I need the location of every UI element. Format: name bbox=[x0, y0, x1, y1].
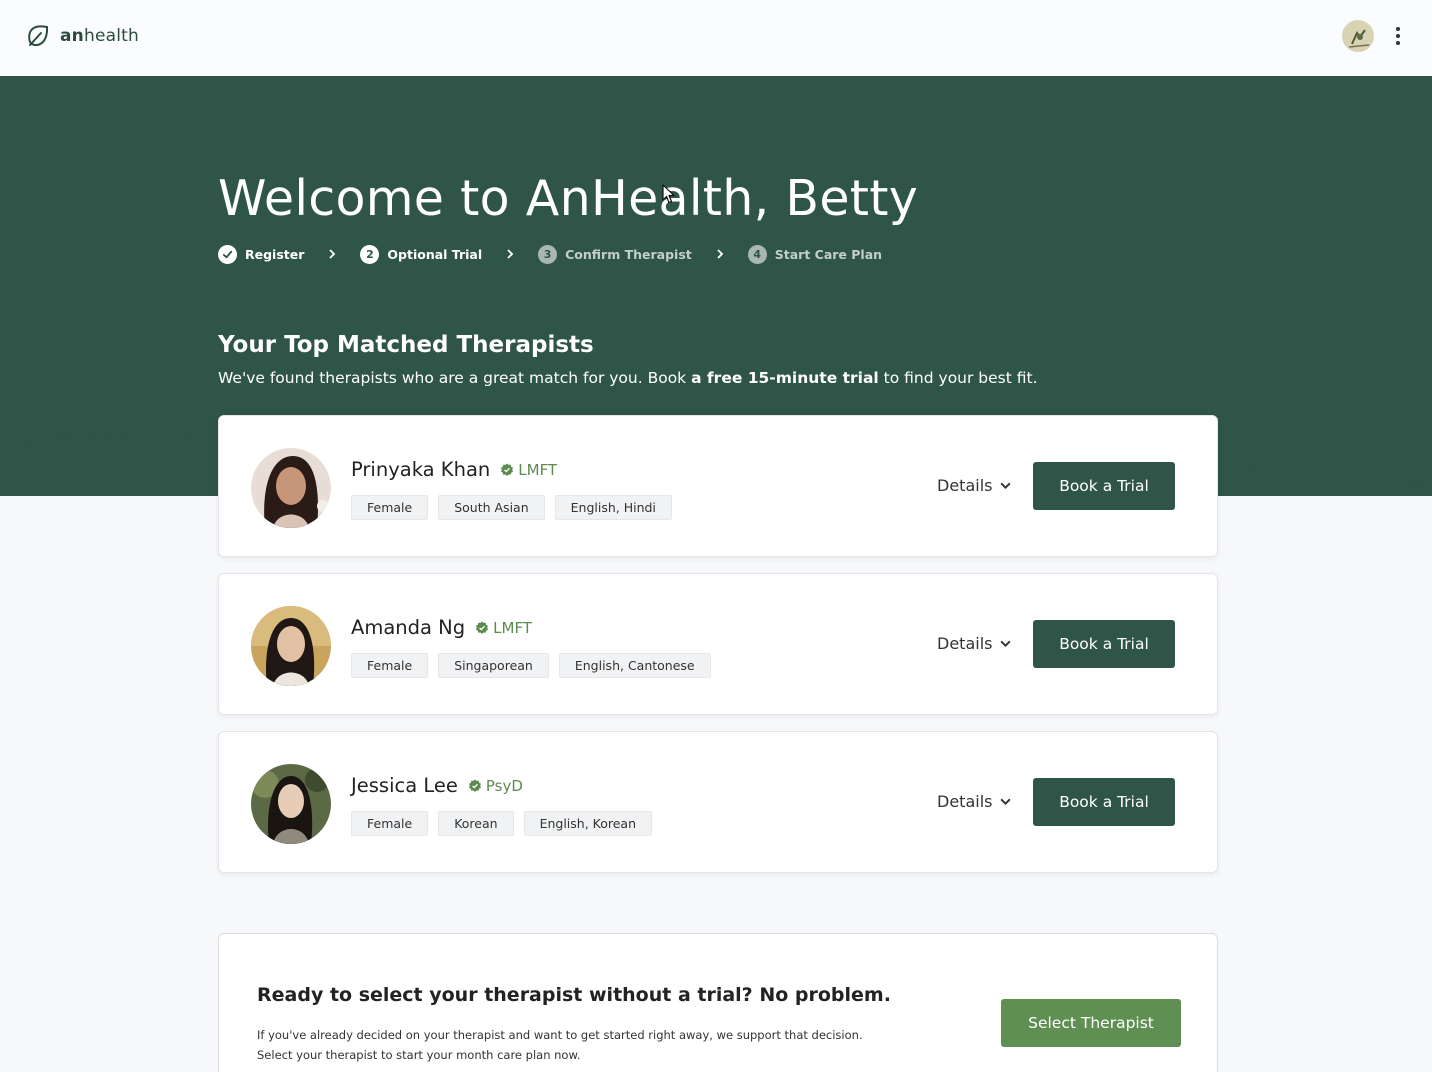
therapist-tags: Female Korean English, Korean bbox=[351, 811, 653, 836]
chevron-down-icon bbox=[1000, 798, 1011, 806]
step-label: Confirm Therapist bbox=[565, 246, 692, 262]
tag-ethnicity: Korean bbox=[438, 811, 514, 836]
step-start-care-plan: 4 Start Care Plan bbox=[747, 244, 883, 264]
step-register: Register bbox=[218, 244, 305, 264]
top-bar: anhealth bbox=[0, 0, 1432, 76]
step-confirm-therapist: 3 Confirm Therapist bbox=[538, 244, 692, 264]
step-label: Start Care Plan bbox=[774, 246, 883, 262]
tag-gender: Female bbox=[351, 653, 429, 678]
page-title: Welcome to AnHealth, Betty bbox=[218, 170, 919, 227]
therapist-name: Amanda Ng LMFT bbox=[351, 616, 532, 639]
details-toggle[interactable]: Details bbox=[937, 792, 1012, 811]
step-number: 3 bbox=[538, 244, 558, 264]
credential-badge: PsyD bbox=[468, 777, 523, 795]
tag-languages: English, Korean bbox=[523, 811, 653, 836]
panel-title: Ready to select your therapist without a… bbox=[257, 984, 891, 1006]
credential-badge: LMFT bbox=[500, 461, 557, 479]
chevron-right-icon bbox=[326, 248, 338, 260]
therapist-photo bbox=[251, 606, 331, 686]
step-label: Register bbox=[245, 246, 305, 262]
chevron-down-icon bbox=[1000, 640, 1011, 648]
section-subtitle: We've found therapists who are a great m… bbox=[218, 369, 1038, 387]
section-title: Your Top Matched Therapists bbox=[218, 332, 594, 358]
step-number: 2 bbox=[360, 244, 380, 264]
chevron-right-icon bbox=[504, 248, 516, 260]
badge-check-icon bbox=[476, 621, 489, 634]
tag-languages: English, Hindi bbox=[554, 495, 672, 520]
chevron-right-icon bbox=[714, 248, 726, 260]
step-label: Optional Trial bbox=[387, 246, 483, 262]
user-avatar[interactable] bbox=[1342, 20, 1374, 52]
badge-check-icon bbox=[501, 463, 514, 476]
tag-languages: English, Cantonese bbox=[558, 653, 711, 678]
avatar-image-icon bbox=[1343, 21, 1373, 51]
tag-ethnicity: Singaporean bbox=[438, 653, 549, 678]
therapist-tags: Female South Asian English, Hindi bbox=[351, 495, 672, 520]
book-trial-button[interactable]: Book a Trial bbox=[1033, 620, 1175, 668]
tag-gender: Female bbox=[351, 495, 429, 520]
tag-ethnicity: South Asian bbox=[438, 495, 545, 520]
credential-badge: LMFT bbox=[475, 619, 532, 637]
therapist-photo bbox=[251, 448, 331, 528]
logo[interactable]: anhealth bbox=[26, 24, 139, 48]
direct-select-panel: Ready to select your therapist without a… bbox=[218, 933, 1218, 1072]
kebab-menu-icon[interactable] bbox=[1388, 24, 1408, 48]
therapist-name: Jessica Lee PsyD bbox=[351, 774, 523, 797]
therapist-tags: Female Singaporean English, Cantonese bbox=[351, 653, 711, 678]
step-number: 4 bbox=[747, 244, 767, 264]
chevron-down-icon bbox=[1000, 482, 1011, 490]
step-optional-trial: 2 Optional Trial bbox=[360, 244, 483, 264]
therapist-card: Prinyaka Khan LMFT Female South Asian En… bbox=[218, 415, 1218, 557]
book-trial-button[interactable]: Book a Trial bbox=[1033, 778, 1175, 826]
progress-stepper: Register 2 Optional Trial 3 Confirm Ther… bbox=[218, 243, 882, 265]
mouse-cursor-icon bbox=[662, 184, 675, 204]
therapist-photo bbox=[251, 764, 331, 844]
select-therapist-button[interactable]: Select Therapist bbox=[1001, 999, 1181, 1047]
logo-text: anhealth bbox=[60, 26, 139, 46]
book-trial-button[interactable]: Book a Trial bbox=[1033, 462, 1175, 510]
therapist-name: Prinyaka Khan LMFT bbox=[351, 458, 558, 481]
panel-description-line-2: Select your therapist to start your mont… bbox=[257, 1048, 581, 1062]
check-icon bbox=[218, 244, 237, 264]
badge-check-icon bbox=[468, 779, 481, 792]
details-toggle[interactable]: Details bbox=[937, 634, 1012, 653]
panel-description-line-1: If you've already decided on your therap… bbox=[257, 1028, 863, 1042]
details-toggle[interactable]: Details bbox=[937, 476, 1012, 495]
tag-gender: Female bbox=[351, 811, 429, 836]
therapist-card: Jessica Lee PsyD Female Korean English, … bbox=[218, 731, 1218, 873]
therapist-card: Amanda Ng LMFT Female Singaporean Englis… bbox=[218, 573, 1218, 715]
leaf-logo-icon bbox=[28, 25, 49, 47]
